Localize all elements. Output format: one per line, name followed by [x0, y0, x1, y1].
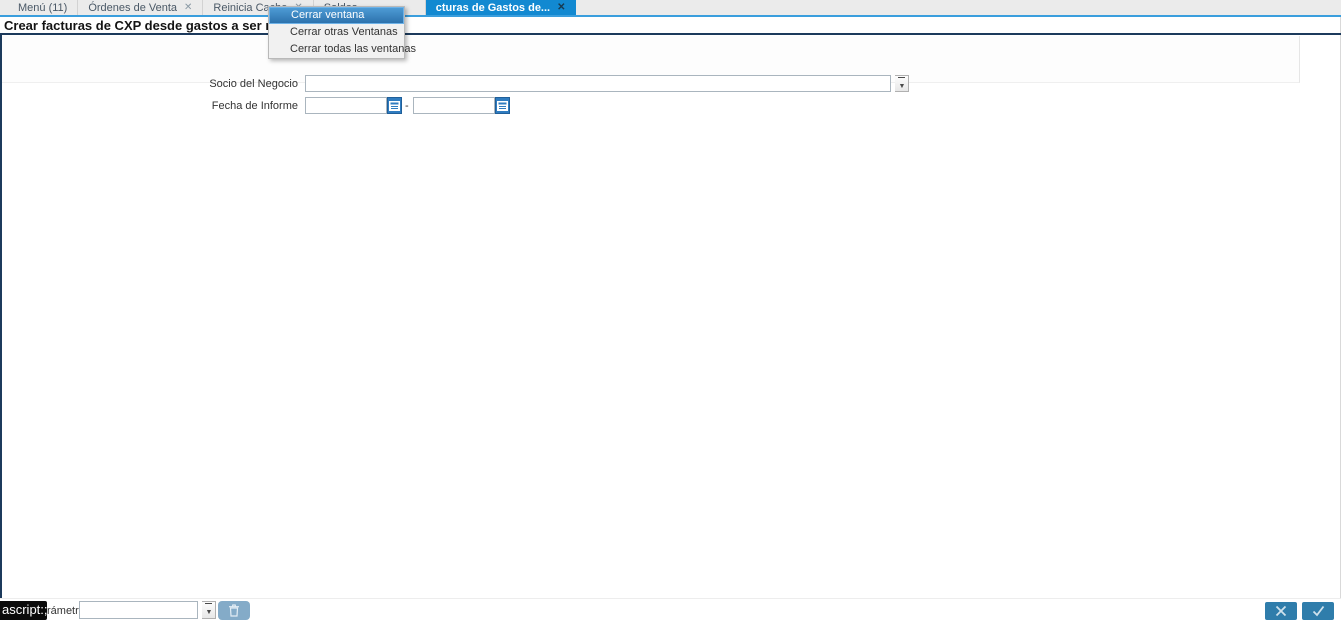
tab-ordenes-de-venta[interactable]: Órdenes de Venta ✕: [78, 0, 204, 15]
calendar-button[interactable]: [387, 97, 402, 114]
chevron-down-icon: ▼: [898, 77, 906, 94]
report-date-range: -: [305, 97, 510, 114]
business-partner-label: Socio del Negocio: [209, 78, 298, 90]
dropdown-button[interactable]: ▼: [202, 601, 217, 620]
content-left-border: [0, 35, 2, 598]
cancel-button[interactable]: [1265, 602, 1297, 620]
check-icon: [1312, 605, 1324, 617]
business-partner-input[interactable]: [305, 75, 891, 92]
menu-item-cerrar-otras-ventanas[interactable]: Cerrar otras Ventanas: [269, 24, 404, 41]
calendar-icon: [496, 101, 508, 111]
menu-item-cerrar-ventana[interactable]: Cerrar ventana: [269, 7, 404, 24]
tab-context-menu: Cerrar ventana Cerrar otras Ventanas Cer…: [268, 6, 416, 59]
calendar-button[interactable]: [494, 97, 510, 114]
tab-label: Órdenes de Venta: [88, 1, 178, 14]
tab-bar: Menú (11) Órdenes de Venta ✕ Reinicia Ca…: [0, 0, 1341, 17]
tab-label: Menú (11): [18, 1, 68, 14]
trash-icon: [229, 604, 239, 617]
date-range-separator: -: [405, 99, 409, 112]
process-parameter-panel: Socio del Negocio ▼ Fecha de Informe -: [2, 36, 1300, 114]
report-date-label: Fecha de Informe: [211, 100, 298, 112]
calendar-icon: [389, 101, 400, 111]
menu-item-cerrar-todas-las-ventanas[interactable]: Cerrar todas las ventanas: [269, 41, 416, 58]
app-window: Menú (11) Órdenes de Venta ✕ Reinicia Ca…: [0, 0, 1341, 620]
x-icon: [1275, 605, 1287, 617]
link-url-tooltip: ascript:;: [0, 601, 47, 620]
dropdown-button[interactable]: ▼: [895, 75, 910, 94]
date-to-input[interactable]: [412, 97, 495, 114]
tab-facturas-de-gastos[interactable]: cturas de Gastos de... ✕: [425, 0, 576, 15]
tab-label: cturas de Gastos de...: [435, 1, 551, 14]
date-from-input[interactable]: [305, 97, 387, 114]
delete-parameter-button[interactable]: [218, 601, 250, 620]
saved-parameter-input[interactable]: [79, 601, 198, 619]
status-bar: ascript:; rámetro ▼: [0, 598, 1341, 620]
tab-menu[interactable]: Menú (11): [8, 0, 79, 15]
confirm-button[interactable]: [1302, 602, 1334, 620]
page-title: Crear facturas de CXP desde gastos a ser…: [4, 18, 305, 33]
close-icon[interactable]: ✕: [184, 2, 192, 13]
close-icon[interactable]: ✕: [557, 2, 565, 13]
title-divider: [0, 33, 1341, 35]
business-partner-combobox[interactable]: ▼: [305, 75, 910, 94]
saved-parameter-combobox[interactable]: ▼: [79, 601, 217, 620]
chevron-down-icon: ▼: [205, 603, 213, 620]
